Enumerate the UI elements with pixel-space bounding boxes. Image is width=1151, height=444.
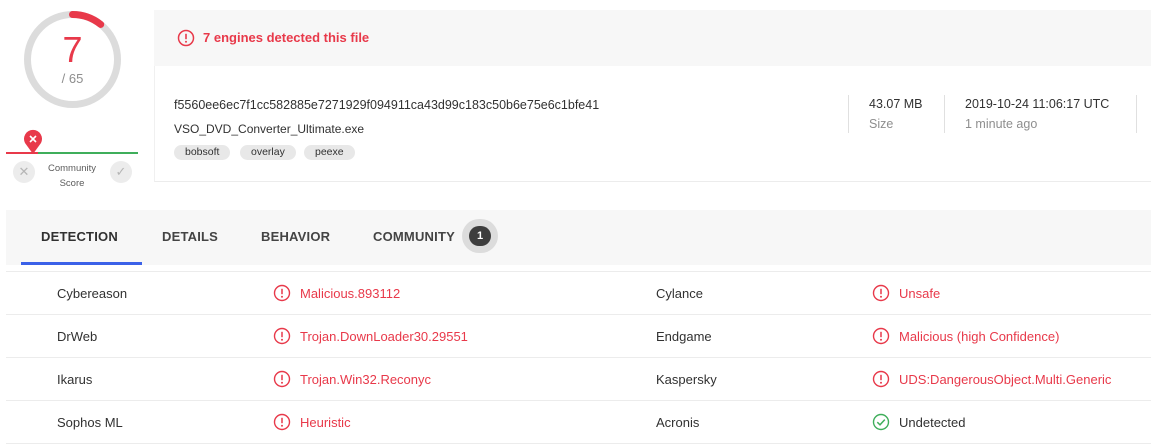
file-name: VSO_DVD_Converter_Ultimate.exe [174,122,365,136]
detection-result: Unsafe [899,286,941,301]
detection-result: Trojan.DownLoader30.29551 [300,329,468,344]
detection-result: Trojan.Win32.Reconyc [300,372,432,387]
alert-circle-icon [273,370,291,388]
engine-name: Endgame [656,329,712,344]
community-score-label: Community Score [47,163,97,189]
community-score-bar-positive [38,152,138,154]
tab-community[interactable]: COMMUNITY [373,229,455,244]
community-count-badge: 1 [469,226,491,246]
vote-check-icon[interactable]: ✓ [110,161,132,183]
active-tab-indicator [21,262,142,265]
tag-overlay[interactable]: overlay [240,145,296,160]
tag-peexe[interactable]: peexe [304,145,355,160]
divider [944,95,945,133]
engine-name: Kaspersky [656,372,717,387]
file-hash[interactable]: f5560ee6ec7f1cc582885e7271929f094911ca43… [174,98,599,112]
analysis-date-value: 2019-10-24 11:06:17 UTC [965,97,1110,111]
engine-name: Sophos ML [57,415,123,430]
detection-result: Heuristic [300,415,351,430]
detection-result: Undetected [899,415,966,430]
tag-bobsoft[interactable]: bobsoft [174,145,231,160]
vote-harmless-x-icon[interactable]: ✕ [13,161,35,183]
community-score-marker-icon [24,129,42,154]
tab-behavior[interactable]: BEHAVIOR [261,229,330,244]
tab-detection[interactable]: DETECTION [41,229,118,244]
alert-circle-icon [872,370,890,388]
row-divider [6,314,1151,315]
analysis-date-relative: 1 minute ago [965,117,1038,131]
engine-name: Cybereason [57,286,128,301]
detection-count: 7 [62,29,83,70]
divider [1136,95,1137,133]
detection-result: UDS:DangerousObject.Multi.Generic [899,372,1112,387]
detection-result: Malicious (high Confidence) [899,329,1060,344]
alert-circle-icon [273,413,291,431]
engine-name: DrWeb [57,329,98,344]
engine-total: / 65 [61,71,84,86]
file-size-label: Size [869,117,894,131]
divider [848,95,849,133]
alert-circle-icon [872,327,890,345]
file-size-value: 43.07 MB [869,97,923,111]
detection-result: Malicious.893112 [300,286,401,301]
engine-name: Ikarus [57,372,93,387]
row-divider [6,400,1151,401]
alert-circle-icon [273,327,291,345]
check-circle-icon [872,413,890,431]
alert-circle-icon [177,29,195,47]
detection-summary: 7 engines detected this file [203,30,370,45]
engine-name: Acronis [656,415,700,430]
alert-circle-icon [872,284,890,302]
row-divider [6,271,1151,272]
alert-circle-icon [273,284,291,302]
row-divider [6,357,1151,358]
engine-name: Cylance [656,286,703,301]
tab-details[interactable]: DETAILS [162,229,218,244]
